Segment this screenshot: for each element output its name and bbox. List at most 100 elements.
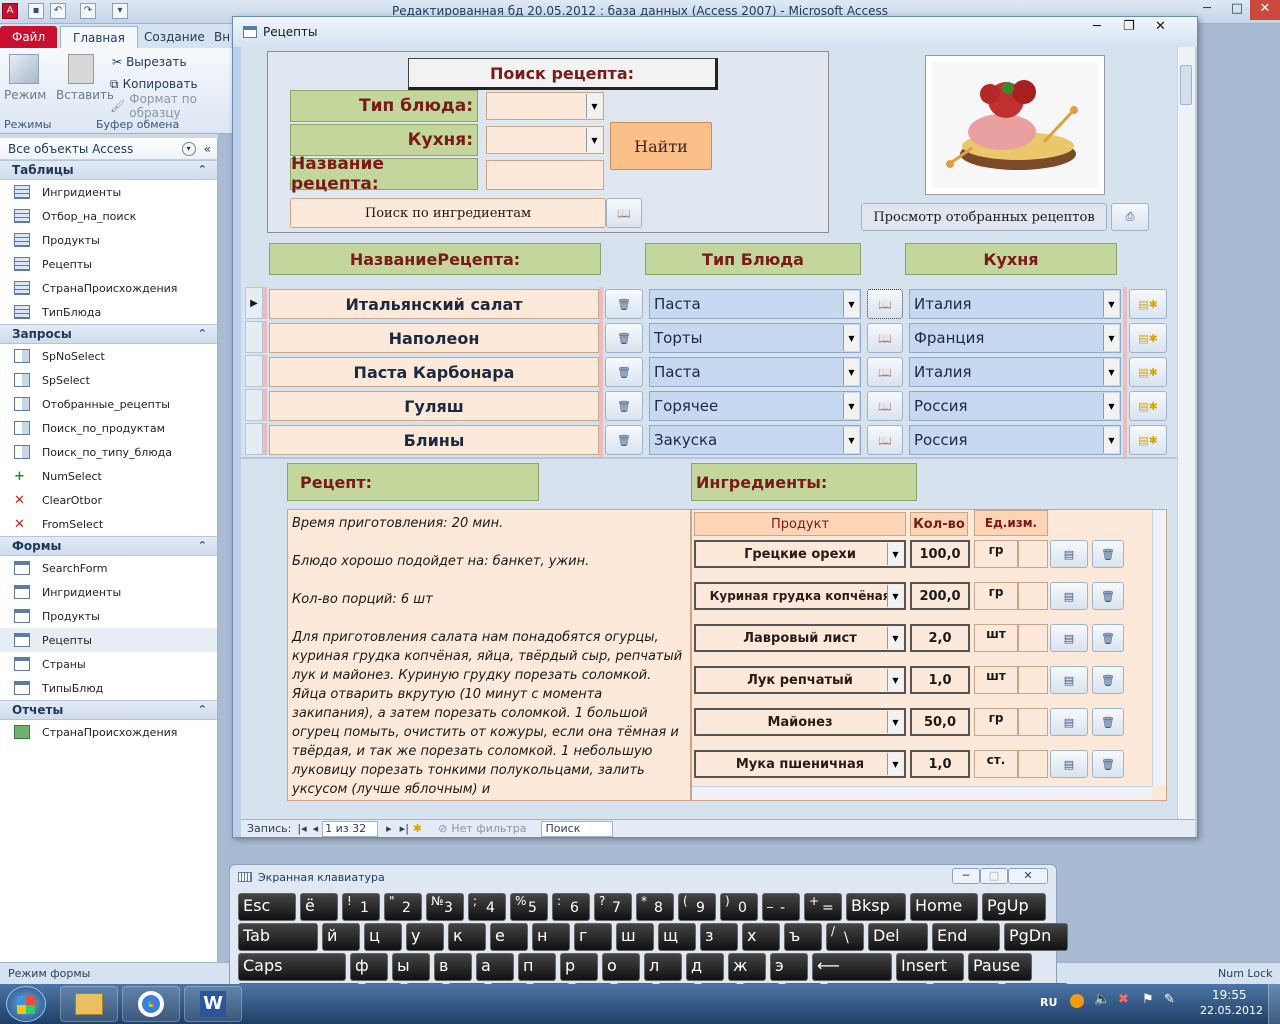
tray-app-icon[interactable] [1070, 994, 1084, 1008]
row-dish-type[interactable]: Горячее ▼ [649, 391, 861, 421]
key[interactable]: Caps [238, 953, 346, 981]
key[interactable]: ж [728, 953, 766, 981]
find-button[interactable]: Найти [610, 122, 712, 170]
maximize-icon[interactable]: □ [1222, 0, 1252, 20]
delete-icon[interactable]: 🗑 [605, 391, 643, 421]
delete-icon[interactable]: 🗑 [605, 323, 643, 353]
edit-ingredient-icon[interactable]: ▤ [1050, 708, 1088, 736]
record-selector[interactable] [245, 355, 263, 387]
key[interactable]: щ [658, 923, 696, 951]
book-icon[interactable]: 📖 [867, 357, 903, 387]
format-painter-button[interactable]: 🖌 Формат по образцу [110, 92, 232, 120]
first-record-icon[interactable]: |◂ [297, 822, 306, 835]
edit-ingredient-icon[interactable]: ▤ [1050, 666, 1088, 694]
chevron-down-icon[interactable]: ▼ [1103, 427, 1119, 453]
edit-ingredient-icon[interactable]: ▤ [1050, 750, 1088, 778]
delete-icon[interactable]: 🗑 [605, 289, 643, 319]
nav-section-header[interactable]: Запросы ⌃ [0, 324, 217, 344]
ing-qty[interactable]: 50,0 [910, 708, 970, 736]
edit-ingredient-icon[interactable]: ▤ [1050, 540, 1088, 568]
key[interactable]: ; 4 [468, 893, 506, 921]
collapse-icon[interactable]: ⌃ [198, 703, 207, 716]
add-record-icon[interactable]: ▤✱ [1129, 391, 1167, 421]
key[interactable]: № 3 [426, 893, 464, 921]
form-vscroll[interactable] [1177, 47, 1195, 819]
form-close-icon[interactable]: ✕ [1155, 19, 1166, 34]
tray-tool-icon[interactable]: ✎ [1164, 992, 1175, 1007]
row-dish-type[interactable]: Закуска ▼ [649, 425, 861, 455]
row-cuisine[interactable]: Россия ▼ [909, 425, 1121, 455]
taskbar-explorer[interactable] [60, 986, 118, 1022]
key[interactable]: у [406, 923, 444, 951]
tab-file[interactable]: Файл [0, 26, 58, 48]
key[interactable]: Insert [896, 953, 964, 981]
ing-qty[interactable]: 200,0 [910, 582, 970, 610]
record-selector[interactable] [245, 321, 263, 353]
ing-qty[interactable]: 100,0 [910, 540, 970, 568]
nav-item[interactable]: СтранаПроисхождения [0, 276, 217, 300]
close-icon[interactable]: ✕ [1250, 0, 1280, 20]
row-dish-type[interactable]: Паста ▼ [649, 357, 861, 387]
row-cuisine[interactable]: Италия ▼ [909, 289, 1121, 319]
record-number-input[interactable]: 1 из 32 [322, 820, 379, 837]
chevron-down-icon[interactable]: ▼ [887, 669, 903, 691]
chevron-down-icon[interactable]: ▼ [843, 427, 859, 453]
key[interactable]: г [574, 923, 612, 951]
key[interactable]: х [742, 923, 780, 951]
key[interactable]: ё [300, 893, 338, 921]
nav-item[interactable]: + NumSelect [0, 464, 217, 488]
key[interactable]: Esc [238, 893, 296, 921]
chevron-down-icon[interactable]: ▼ [843, 325, 859, 351]
volume-icon[interactable]: 🔈 [1094, 992, 1110, 1007]
chevron-down-icon[interactable]: ▼ [887, 711, 903, 733]
chevron-down-icon[interactable]: ▼ [586, 94, 602, 118]
delete-icon[interactable]: 🗑 [1092, 540, 1124, 568]
clock-date[interactable]: 22.05.2012 [1200, 1004, 1263, 1017]
book-icon[interactable]: 📖 [606, 198, 642, 228]
record-search-input[interactable]: Поиск [540, 820, 613, 837]
key[interactable]: е [490, 923, 528, 951]
flag-icon[interactable]: ⚑ [1142, 992, 1154, 1007]
key[interactable]: Tab [238, 923, 318, 951]
key[interactable]: PgUp [982, 893, 1046, 921]
delete-icon[interactable]: 🗑 [1092, 666, 1124, 694]
nav-item[interactable]: ✕ FromSelect [0, 512, 217, 536]
key[interactable]: _ - [762, 893, 800, 921]
key[interactable]: Pause [968, 953, 1032, 981]
nav-header[interactable]: Все объекты Access ▾ « [0, 138, 217, 160]
key[interactable]: ) 0 [720, 893, 758, 921]
ing-product[interactable]: Лук репчатый ▼ [694, 666, 906, 694]
chevron-down-icon[interactable]: ▼ [887, 585, 903, 607]
row-recipe-name[interactable]: Наполеон [269, 323, 599, 353]
key[interactable]: " 2 [384, 893, 422, 921]
clock-time[interactable]: 19:55 [1212, 988, 1247, 1002]
key[interactable]: й [322, 923, 360, 951]
ing-product[interactable]: Куриная грудка копчёная ▼ [694, 582, 906, 610]
prev-record-icon[interactable]: ◂ [313, 822, 319, 835]
tab-home[interactable]: Главная [60, 26, 138, 48]
nav-item[interactable]: Ингридиенты [0, 580, 217, 604]
chevron-down-icon[interactable]: ▼ [887, 753, 903, 775]
key[interactable]: Home [910, 893, 978, 921]
key[interactable]: :6 [552, 893, 590, 921]
ing-vscroll[interactable] [1152, 510, 1166, 786]
nav-item[interactable]: ТипБлюда [0, 300, 217, 324]
add-record-icon[interactable]: ▤✱ [1129, 323, 1167, 353]
nav-item[interactable]: Продукты [0, 604, 217, 628]
nav-item[interactable]: Поиск_по_продуктам [0, 416, 217, 440]
key[interactable]: э [770, 953, 808, 981]
delete-icon[interactable]: 🗑 [1092, 708, 1124, 736]
filter-status[interactable]: Нет фильтра [451, 822, 526, 835]
key[interactable]: (9 [678, 893, 716, 921]
form-minimize-icon[interactable]: ─ [1093, 19, 1101, 34]
key[interactable]: + = [804, 893, 842, 921]
ing-qty[interactable]: 1,0 [910, 750, 970, 778]
row-dish-type[interactable]: Паста ▼ [649, 289, 861, 319]
book-icon[interactable]: 📖 [867, 289, 903, 319]
cut-button[interactable]: ✂ Вырезать [112, 52, 187, 72]
add-record-icon[interactable]: ▤✱ [1129, 289, 1167, 319]
show-desktop-button[interactable] [1268, 984, 1280, 1024]
key[interactable]: ш [616, 923, 654, 951]
kbd-close-icon[interactable]: ✕ [1008, 868, 1048, 884]
nav-item[interactable]: ✕ ClearOtbor [0, 488, 217, 512]
